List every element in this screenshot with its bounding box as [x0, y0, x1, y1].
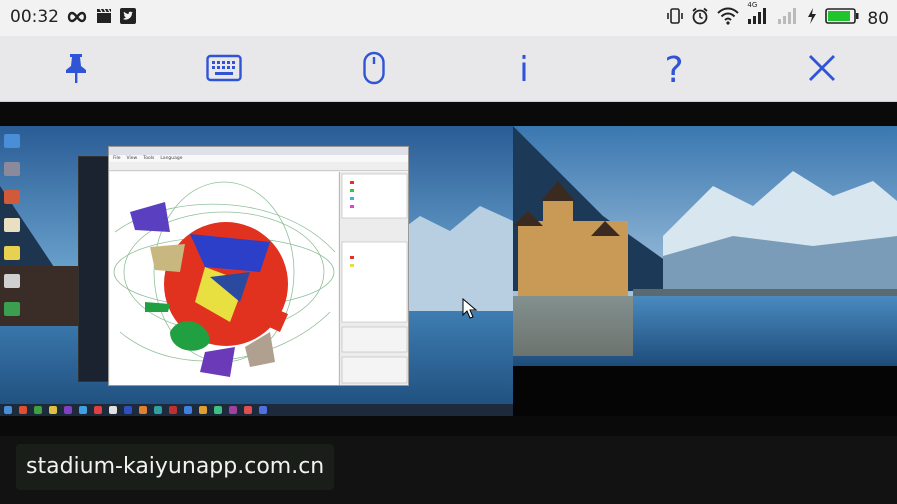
desktop-icon[interactable]: [4, 134, 20, 148]
remote-screen-left[interactable]: File View Tools Language: [0, 126, 513, 416]
taskbar-item[interactable]: [199, 406, 207, 414]
taskbar-item[interactable]: [139, 406, 147, 414]
desktop-icons: [2, 130, 24, 330]
help-icon: ?: [664, 49, 684, 91]
menu-view[interactable]: View: [127, 155, 138, 162]
signal-icon: 4G: [747, 1, 769, 30]
taskbar-item[interactable]: [109, 406, 117, 414]
desktop-icon[interactable]: [4, 246, 20, 260]
mouse-icon: [362, 51, 386, 89]
taskbar-item[interactable]: [124, 406, 132, 414]
taskbar-item[interactable]: [169, 406, 177, 414]
3d-canvas[interactable]: [110, 172, 338, 385]
menu-tools[interactable]: Tools: [143, 155, 154, 162]
vibrate-icon: [667, 7, 684, 30]
help-button[interactable]: ?: [654, 49, 694, 91]
remote-desktop-view[interactable]: File View Tools Language: [0, 102, 897, 436]
screen-right-offscreen: [513, 366, 897, 416]
keyboard-icon: [206, 54, 242, 86]
desktop-icon[interactable]: [4, 218, 20, 232]
start-button[interactable]: [4, 406, 12, 414]
close-icon: [807, 53, 837, 87]
clapperboard-icon: [96, 8, 112, 28]
taskbar-item[interactable]: [214, 406, 222, 414]
taskbar-item[interactable]: [184, 406, 192, 414]
info-icon: i: [519, 50, 529, 90]
desktop-icon[interactable]: [4, 302, 20, 316]
status-bar: 00:32 4G 80: [0, 0, 897, 36]
taskbar-item[interactable]: [154, 406, 162, 414]
pin-button[interactable]: [56, 50, 96, 90]
taskbar-item[interactable]: [34, 406, 42, 414]
taskbar-item[interactable]: [244, 406, 252, 414]
infinity-icon: [66, 9, 88, 28]
twitter-icon: [120, 8, 136, 28]
alarm-icon: [691, 7, 709, 30]
menu-language[interactable]: Language: [160, 155, 182, 162]
charging-icon: [807, 7, 817, 30]
remote-toolbar: i ?: [0, 36, 897, 102]
taskbar-item[interactable]: [94, 406, 102, 414]
keyboard-button[interactable]: [204, 50, 244, 90]
desktop-icon[interactable]: [4, 190, 20, 204]
panel-grid: [341, 173, 408, 384]
mouse-button[interactable]: [354, 50, 394, 90]
taskbar-item[interactable]: [259, 406, 267, 414]
pin-icon: [63, 52, 89, 88]
app-titlebar[interactable]: [109, 147, 408, 155]
app-menubar: File View Tools Language: [109, 155, 408, 162]
battery-icon: [825, 7, 859, 30]
taskbar-item[interactable]: [64, 406, 72, 414]
taskbar-item[interactable]: [19, 406, 27, 414]
battery-level: 80: [867, 8, 889, 29]
code-editor-window[interactable]: [78, 156, 112, 382]
desktop-icon[interactable]: [4, 274, 20, 288]
windows-taskbar: [0, 404, 513, 416]
watermark-text: stadium-kaiyunapp.com.cn: [16, 444, 335, 490]
close-button[interactable]: [802, 50, 842, 90]
taskbar-item[interactable]: [79, 406, 87, 414]
signal-weak-icon: [777, 7, 799, 30]
app-toolbar: [109, 162, 408, 171]
taskbar-item[interactable]: [229, 406, 237, 414]
taskbar-item[interactable]: [49, 406, 57, 414]
mouse-cursor-icon: [462, 297, 478, 324]
desktop-icon[interactable]: [4, 162, 20, 176]
3d-model-render: [113, 181, 336, 377]
info-button[interactable]: i: [504, 50, 544, 90]
status-time: 00:32: [10, 7, 59, 27]
castle-lake-wallpaper: [513, 126, 897, 366]
menu-file[interactable]: File: [113, 155, 121, 162]
wifi-icon: [717, 7, 740, 30]
properties-panel[interactable]: [339, 172, 408, 385]
app-window[interactable]: File View Tools Language: [108, 146, 409, 386]
footer: stadium-kaiyunapp.com.cn: [0, 436, 897, 504]
remote-screen-right[interactable]: [513, 126, 897, 366]
network-badge: 4G: [747, 1, 758, 9]
